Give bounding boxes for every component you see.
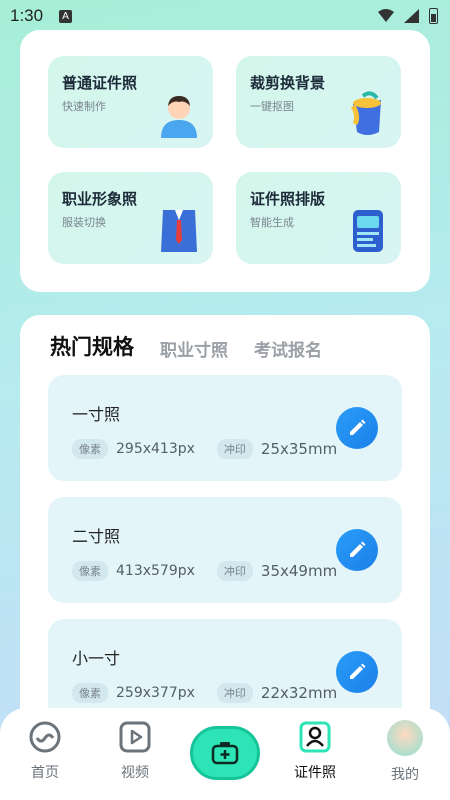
- battery-icon: [429, 8, 438, 24]
- status-time: 1:30: [10, 6, 44, 25]
- pencil-icon: [350, 541, 366, 557]
- spec-item[interactable]: 二寸照 像素 413x579px 冲印 35x49mm: [48, 497, 402, 603]
- tool-regular-id-photo[interactable]: 普通证件照 快速制作: [48, 56, 213, 148]
- tool-crop-background[interactable]: 裁剪换背景 一键抠图: [236, 56, 401, 148]
- print-value: 22x32mm: [260, 684, 338, 702]
- avatar-icon: [387, 720, 423, 756]
- spec-item[interactable]: 小一寸 像素 259x377px 冲印 22x32mm: [48, 619, 402, 715]
- print-tag: 冲印: [216, 561, 253, 581]
- spec-name: 一寸照: [72, 405, 121, 424]
- nav-home[interactable]: 首页: [5, 720, 85, 782]
- suit-icon: [161, 210, 197, 252]
- home-icon: [29, 721, 61, 753]
- bottom-nav: 首页 视频 证件照 我的: [0, 708, 450, 800]
- print-value: 35x49mm: [260, 562, 338, 580]
- pixel-tag: 像素: [72, 561, 108, 581]
- tool-layout[interactable]: 证件照排版 智能生成: [236, 172, 401, 264]
- notification-a-icon: A: [59, 9, 73, 23]
- spec-card: 热门规格 职业寸照 考试报名 一寸照 像素 295x413px 冲印 25x35…: [20, 315, 430, 715]
- pencil-icon: [350, 663, 366, 679]
- tab-hot-specs[interactable]: 热门规格: [50, 331, 134, 367]
- print-tag: 冲印: [216, 439, 253, 459]
- pixel-value: 259x377px: [116, 685, 195, 701]
- spec-item[interactable]: 一寸照 像素 295x413px 冲印 25x35mm: [48, 375, 402, 481]
- print-tag: 冲印: [216, 683, 253, 703]
- pixel-tag: 像素: [72, 439, 108, 459]
- tool-professional-photo[interactable]: 职业形象照 服装切换: [48, 172, 213, 264]
- id-card-icon: [353, 210, 383, 252]
- tab-exam[interactable]: 考试报名: [254, 336, 322, 367]
- pixel-tag: 像素: [72, 683, 108, 703]
- nav-video[interactable]: 视频: [95, 720, 175, 782]
- edit-button[interactable]: [336, 407, 378, 449]
- wifi-icon: [378, 9, 394, 22]
- pencil-icon: [350, 419, 366, 435]
- pixel-value: 295x413px: [116, 441, 195, 457]
- tab-professional[interactable]: 职业寸照: [160, 336, 228, 367]
- camera-button[interactable]: [190, 726, 260, 780]
- video-icon: [119, 721, 151, 753]
- id-photo-icon: [299, 721, 331, 753]
- nav-label: 首页: [31, 765, 59, 781]
- status-bar: 1:30 A: [0, 0, 450, 32]
- edit-button[interactable]: [336, 651, 378, 693]
- camera-icon: [211, 742, 239, 765]
- person-avatar-icon: [161, 96, 197, 138]
- tools-card: 普通证件照 快速制作 裁剪换背景 一键抠图 职业形象照 服装切换 证件照排版 智…: [20, 30, 430, 292]
- paint-bucket-icon: [350, 91, 381, 135]
- print-value: 25x35mm: [260, 440, 338, 458]
- nav-label: 视频: [121, 765, 149, 781]
- signal-icon: [404, 9, 419, 23]
- nav-label: 我的: [391, 767, 419, 783]
- spec-name: 二寸照: [72, 527, 121, 546]
- pixel-value: 413x579px: [116, 563, 195, 579]
- nav-id-photo[interactable]: 证件照: [275, 720, 355, 782]
- nav-mine[interactable]: 我的: [365, 720, 445, 784]
- nav-label: 证件照: [294, 765, 336, 781]
- spec-name: 小一寸: [72, 649, 121, 668]
- nav-camera[interactable]: [185, 720, 265, 780]
- edit-button[interactable]: [336, 529, 378, 571]
- spec-tabs: 热门规格 职业寸照 考试报名: [50, 331, 322, 367]
